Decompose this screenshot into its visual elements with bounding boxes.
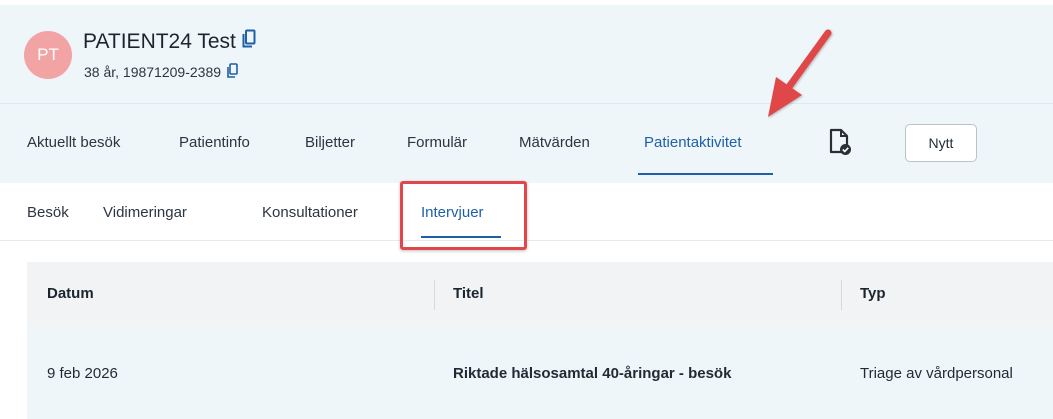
tab-patientaktivitet[interactable]: Patientaktivitet [644, 134, 742, 151]
new-button[interactable]: Nytt [905, 124, 977, 162]
main-nav: Aktuellt besök Patientinfo Biljetter For… [0, 103, 1053, 184]
tab-formular[interactable]: Formulär [407, 134, 467, 151]
copy-id-icon[interactable] [227, 63, 238, 81]
copy-name-icon[interactable] [242, 29, 256, 54]
tab-aktuellt-besok[interactable]: Aktuellt besök [27, 134, 120, 151]
table-row[interactable]: 9 feb 2026 Riktade hälsosamtal 40-åringa… [27, 327, 1053, 419]
patient-header: PT PATIENT24 Test 38 år, 19871209-2389 [0, 5, 1053, 103]
document-check-icon[interactable] [828, 128, 852, 161]
subtab-vidimeringar[interactable]: Vidimeringar [103, 204, 187, 221]
patient-id-row: 38 år, 19871209-2389 [84, 63, 238, 81]
patient-age-id: 38 år, 19871209-2389 [84, 64, 222, 80]
patient-name: PATIENT24 Test [83, 29, 236, 53]
tab-matvarden[interactable]: Mätvärden [519, 134, 590, 151]
annotation-arrow-icon [768, 29, 832, 117]
column-header-datum[interactable]: Datum [47, 285, 94, 302]
subtab-konsultationer[interactable]: Konsultationer [262, 204, 358, 221]
column-header-typ[interactable]: Typ [860, 285, 886, 302]
cell-typ: Triage av vårdpersonal [860, 365, 1013, 382]
table-header: Datum Titel Typ [27, 262, 1053, 327]
column-divider [841, 280, 842, 310]
column-divider [434, 280, 435, 310]
tab-biljetter[interactable]: Biljetter [305, 134, 355, 151]
subtab-besok[interactable]: Besök [27, 204, 69, 221]
active-tab-indicator [638, 173, 773, 175]
cell-titel: Riktade hälsosamtal 40-åringar - besök [453, 365, 732, 382]
interviews-table: Datum Titel Typ 9 feb 2026 Riktade hälso… [27, 262, 1053, 419]
patient-page: PT PATIENT24 Test 38 år, 19871209-2389 A… [0, 0, 1053, 419]
cell-datum: 9 feb 2026 [47, 365, 118, 382]
avatar-initials: PT [37, 45, 59, 64]
tab-patientinfo[interactable]: Patientinfo [179, 134, 250, 151]
patient-name-row: PATIENT24 Test [83, 29, 256, 54]
annotation-highlight-box [400, 181, 527, 250]
avatar: PT [24, 31, 72, 79]
column-header-titel[interactable]: Titel [453, 285, 484, 302]
